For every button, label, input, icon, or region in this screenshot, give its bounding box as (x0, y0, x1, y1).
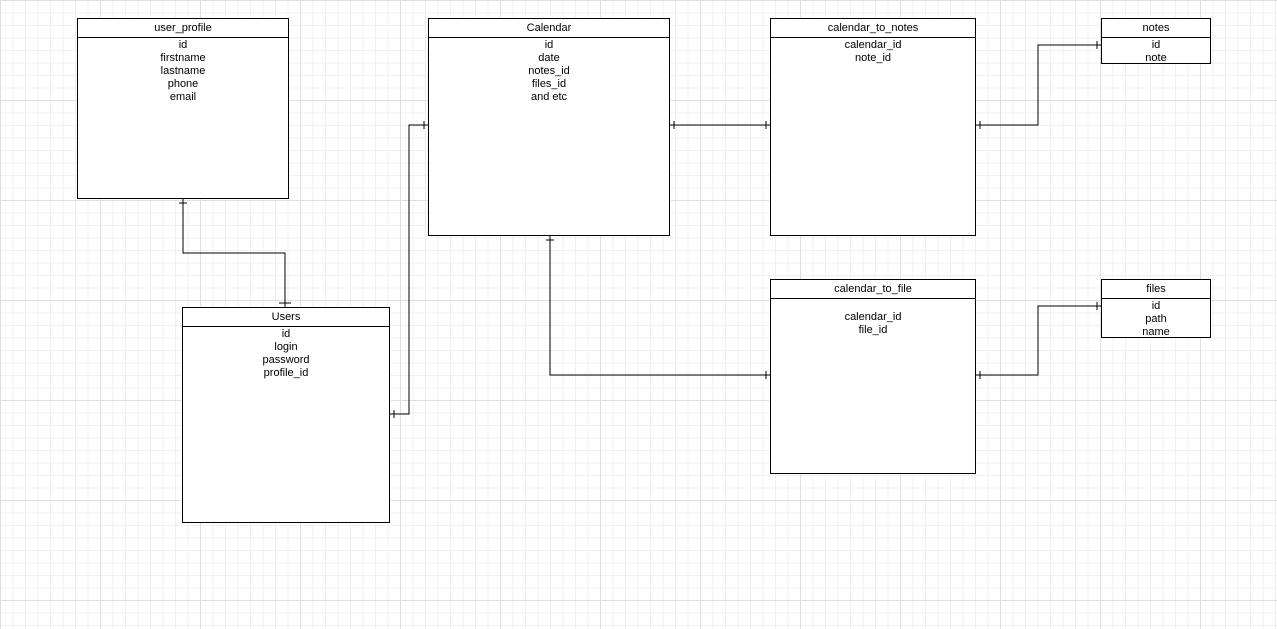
entity-body: id path name (1102, 299, 1210, 340)
field: phone (82, 78, 284, 91)
entity-body: id firstname lastname phone email (78, 38, 288, 105)
entity-calendar-to-notes[interactable]: calendar_to_notes calendar_id note_id (770, 18, 976, 236)
field: files_id (433, 78, 665, 91)
field: id (433, 39, 665, 52)
field: date (433, 52, 665, 65)
entity-user-profile[interactable]: user_profile id firstname lastname phone… (77, 18, 289, 199)
field: firstname (82, 52, 284, 65)
entity-body: id note (1102, 38, 1210, 66)
entity-files[interactable]: files id path name (1101, 279, 1211, 338)
entity-header: notes (1102, 19, 1210, 38)
entity-header: calendar_to_file (771, 280, 975, 299)
entity-calendar[interactable]: Calendar id date notes_id files_id and e… (428, 18, 670, 236)
field: id (82, 39, 284, 52)
field: lastname (82, 65, 284, 78)
entity-header: files (1102, 280, 1210, 299)
field: note_id (775, 52, 971, 65)
field: calendar_id (775, 39, 971, 52)
entity-header: user_profile (78, 19, 288, 38)
field: email (82, 91, 284, 104)
field: file_id (775, 324, 971, 337)
entity-header: calendar_to_notes (771, 19, 975, 38)
entity-header: Calendar (429, 19, 669, 38)
field: note (1106, 52, 1206, 65)
field: notes_id (433, 65, 665, 78)
field: id (1106, 300, 1206, 313)
field: id (187, 328, 385, 341)
field: name (1106, 326, 1206, 339)
field: id (1106, 39, 1206, 52)
field: password (187, 354, 385, 367)
entity-body: calendar_id file_id (771, 299, 975, 338)
field: profile_id (187, 367, 385, 380)
field: path (1106, 313, 1206, 326)
entity-body: calendar_id note_id (771, 38, 975, 66)
field: login (187, 341, 385, 354)
entity-body: id login password profile_id (183, 327, 389, 381)
entity-calendar-to-file[interactable]: calendar_to_file calendar_id file_id (770, 279, 976, 474)
entity-body: id date notes_id files_id and etc (429, 38, 669, 105)
field: calendar_id (775, 311, 971, 324)
entity-notes[interactable]: notes id note (1101, 18, 1211, 64)
entity-users[interactable]: Users id login password profile_id (182, 307, 390, 523)
field: and etc (433, 91, 665, 104)
entity-header: Users (183, 308, 389, 327)
